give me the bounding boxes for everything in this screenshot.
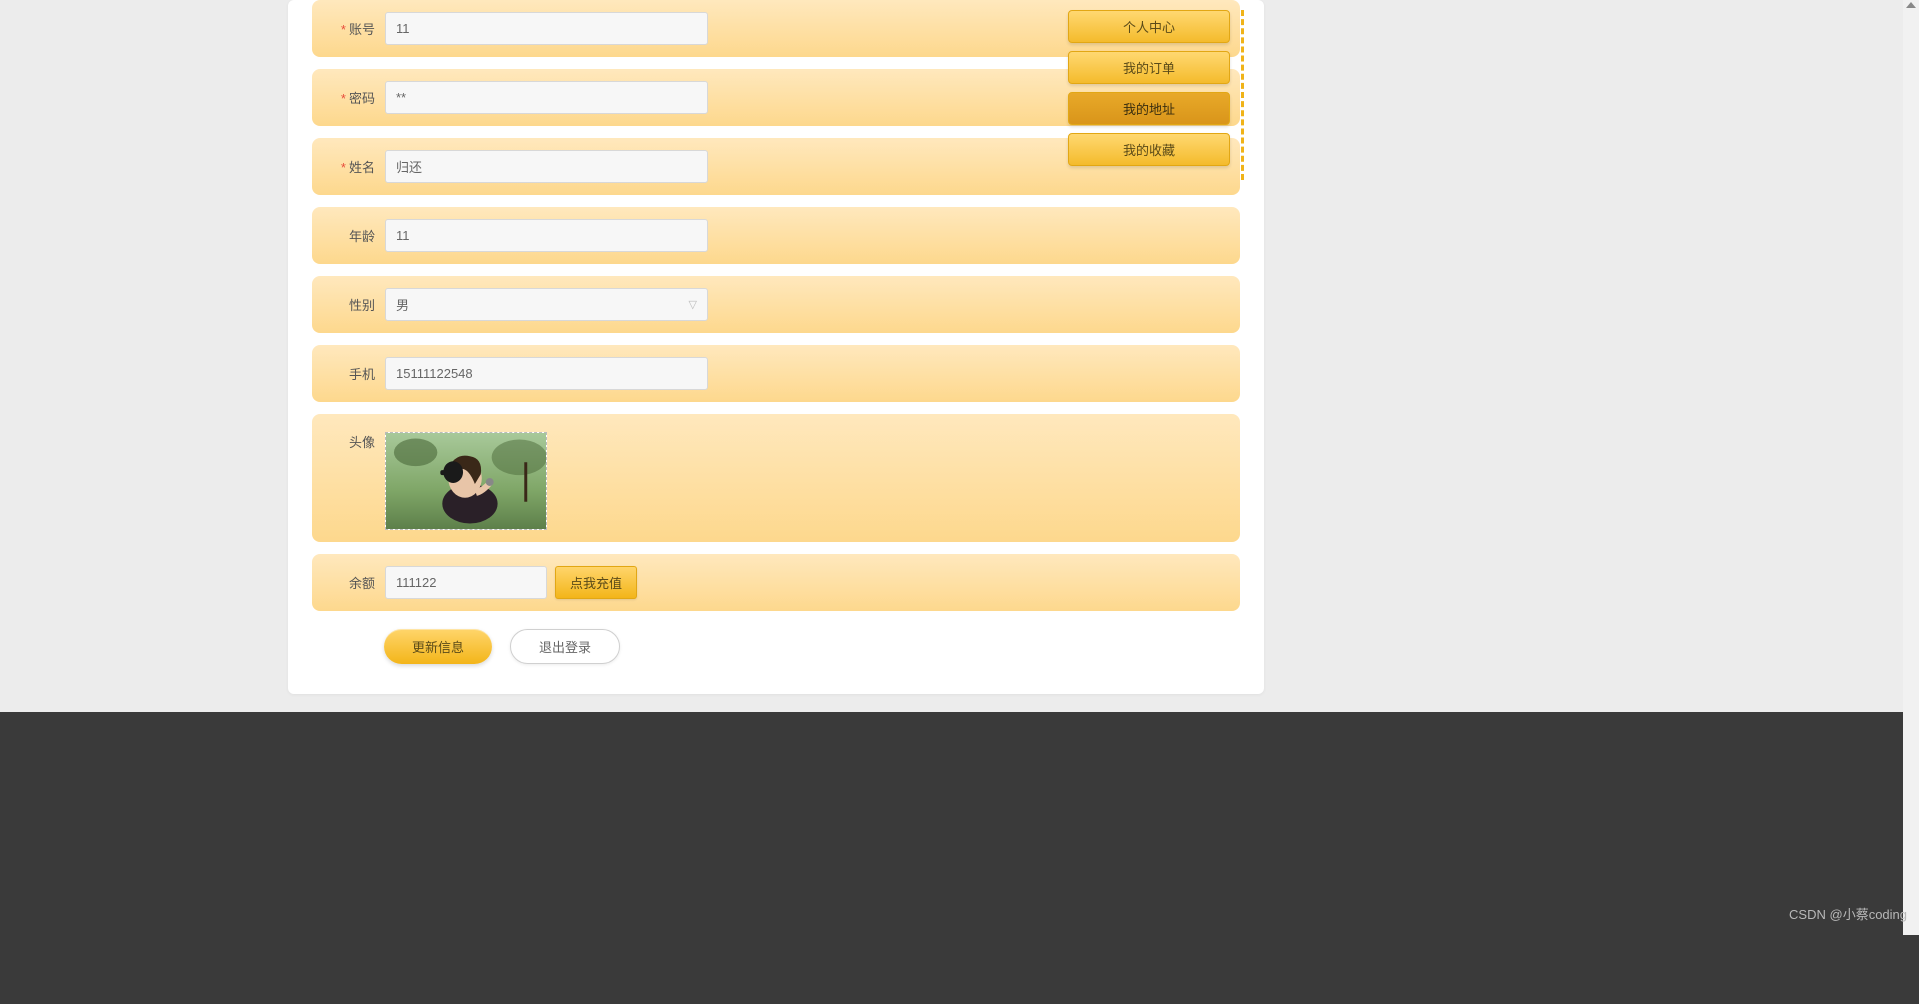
avatar-upload[interactable] [385, 432, 547, 530]
label-balance: 余额 [330, 573, 375, 592]
recharge-button[interactable]: 点我充值 [555, 566, 637, 599]
sidebar-item-favorites[interactable]: 我的收藏 [1068, 133, 1230, 166]
row-gender: 性别 男 ▽ [312, 276, 1240, 333]
sidebar: 个人中心 我的订单 我的地址 我的收藏 [1068, 10, 1244, 180]
chevron-down-icon: ▽ [689, 298, 697, 311]
row-phone: 手机 [312, 345, 1240, 402]
row-avatar: 头像 [312, 414, 1240, 542]
scroll-up-icon [1906, 2, 1916, 8]
label-account: *账号 [330, 19, 375, 38]
sidebar-item-orders[interactable]: 我的订单 [1068, 51, 1230, 84]
sidebar-item-profile[interactable]: 个人中心 [1068, 10, 1230, 43]
label-password: *密码 [330, 88, 375, 107]
label-age: 年龄 [330, 226, 375, 245]
logout-button[interactable]: 退出登录 [510, 629, 620, 664]
scrollbar[interactable] [1903, 0, 1919, 935]
watermark: CSDN @小蔡coding [1789, 904, 1907, 923]
page-wrapper: *账号 *密码 *姓名 年龄 [0, 0, 1919, 1004]
label-gender: 性别 [330, 295, 375, 314]
input-phone[interactable] [385, 357, 708, 390]
row-balance: 余额 点我充值 [312, 554, 1240, 611]
label-avatar: 头像 [330, 432, 375, 451]
sidebar-item-address[interactable]: 我的地址 [1068, 92, 1230, 125]
input-password[interactable] [385, 81, 708, 114]
action-buttons: 更新信息 退出登录 [384, 629, 1240, 664]
row-age: 年龄 [312, 207, 1240, 264]
update-button[interactable]: 更新信息 [384, 629, 492, 664]
input-account[interactable] [385, 12, 708, 45]
avatar-image [386, 433, 546, 529]
input-name[interactable] [385, 150, 708, 183]
label-phone: 手机 [330, 364, 375, 383]
input-age[interactable] [385, 219, 708, 252]
label-name: *姓名 [330, 157, 375, 176]
input-balance[interactable] [385, 566, 547, 599]
page-footer [0, 712, 1919, 1004]
select-gender[interactable]: 男 ▽ [385, 288, 708, 321]
